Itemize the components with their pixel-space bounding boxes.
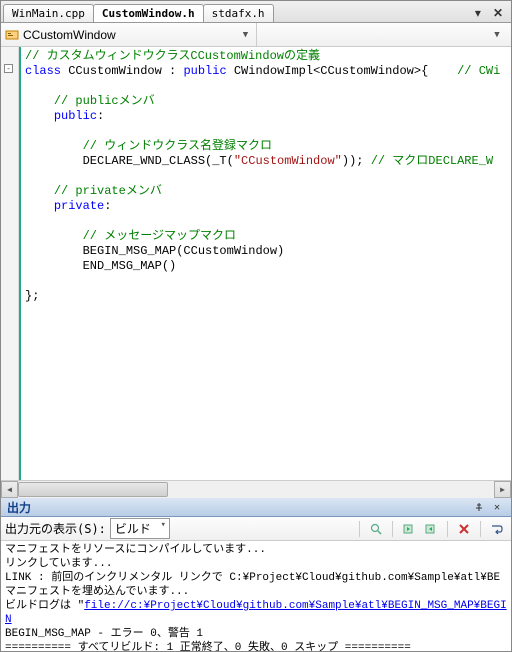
prev-message-icon[interactable]: [399, 519, 419, 539]
build-log-link[interactable]: file://c:¥Project¥Cloud¥github.com¥Sampl…: [5, 600, 507, 626]
code-editor: - // カスタムウィンドウクラスCCustomWindowの定義 class …: [1, 47, 511, 480]
scroll-track[interactable]: [18, 481, 494, 498]
clear-icon[interactable]: [454, 519, 474, 539]
find-icon[interactable]: [366, 519, 386, 539]
code-area[interactable]: // カスタムウィンドウクラスCCustomWindowの定義 class CC…: [19, 47, 511, 480]
chevron-down-icon[interactable]: ▼: [240, 30, 252, 40]
next-message-icon[interactable]: [421, 519, 441, 539]
horizontal-scrollbar: ◀ ▶: [1, 480, 511, 497]
output-panel-header: 出力 ✕: [1, 497, 511, 517]
scroll-left-icon[interactable]: ◀: [1, 481, 18, 498]
tab-customwindow[interactable]: CustomWindow.h: [93, 4, 204, 22]
fold-toggle-icon[interactable]: -: [4, 64, 13, 73]
output-toolbar: 出力元の表示(S): ビルド: [1, 517, 511, 541]
output-panel-title: 出力: [7, 499, 469, 516]
class-icon: [5, 28, 19, 42]
file-tabs: WinMain.cpp CustomWindow.h stdafx.h ▾ ✕: [1, 1, 511, 23]
chevron-down-icon[interactable]: ▼: [491, 30, 503, 40]
scroll-right-icon[interactable]: ▶: [494, 481, 511, 498]
output-source-select[interactable]: ビルド: [110, 518, 170, 539]
word-wrap-icon[interactable]: [487, 519, 507, 539]
member-selector[interactable]: ▼: [257, 23, 508, 46]
close-icon[interactable]: ✕: [489, 500, 505, 514]
tab-winmain[interactable]: WinMain.cpp: [3, 4, 94, 22]
scope-selector[interactable]: ▼: [5, 23, 257, 46]
tab-dropdown-icon[interactable]: ▾: [469, 6, 487, 20]
pin-icon[interactable]: [471, 500, 487, 514]
scroll-thumb[interactable]: [18, 482, 168, 497]
tab-stdafx[interactable]: stdafx.h: [203, 4, 274, 22]
output-source-label: 出力元の表示(S):: [5, 520, 106, 537]
tab-close-icon[interactable]: ✕: [487, 6, 509, 20]
navigation-bar: ▼ ▼: [1, 23, 511, 47]
output-text[interactable]: マニフェストをリソースにコンパイルしています... リンクしています... LI…: [1, 541, 511, 651]
editor-gutter: -: [1, 47, 19, 480]
member-input[interactable]: [257, 28, 492, 42]
scope-input[interactable]: [23, 28, 240, 42]
